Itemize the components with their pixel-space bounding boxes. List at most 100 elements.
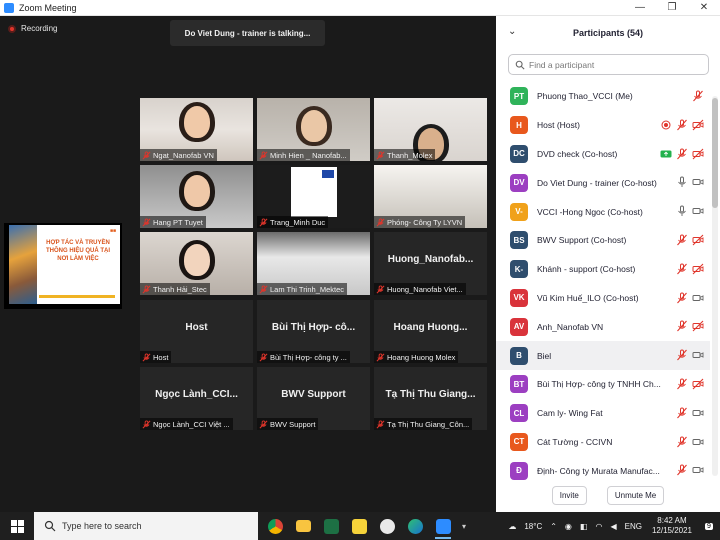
video-off-icon[interactable] [692,234,704,246]
mic-muted-icon[interactable] [676,349,688,361]
participants-header: ⌄ Participants (54) [496,16,720,50]
participant-list-scrollbar[interactable] [712,96,718,476]
invite-button[interactable]: Invite [551,485,587,505]
excel-app[interactable] [317,512,345,540]
participant-list-item[interactable]: BT Bùi Thị Hợp- công ty TNHH Ch... [496,370,710,399]
participant-video-tile[interactable]: Thanh_Molex [374,98,487,161]
video-on-icon[interactable] [692,349,704,361]
participant-video-tile[interactable]: Host Host [140,300,253,363]
participant-list-item[interactable]: DV Do Viet Dung - trainer (Co-host) [496,168,710,197]
chrome-app[interactable] [261,512,289,540]
notification-button[interactable]: 9 [698,522,720,530]
participant-video-tile[interactable]: Lam Thi Trinh_Mektec [257,232,370,295]
network-icon[interactable]: ◧ [576,522,592,531]
recording-label: Recording [21,24,58,33]
minimize-button[interactable]: — [624,0,656,16]
mic-muted-icon[interactable] [676,436,688,448]
participant-list-item[interactable]: DC DVD check (Co-host) [496,140,710,169]
language-indicator[interactable]: ENG [621,522,646,531]
weather-icon[interactable]: ☁ [504,522,520,531]
zoom-tray-icon[interactable]: ◉ [561,522,576,531]
close-button[interactable]: ✕ [688,0,720,16]
participant-video-tile[interactable]: Trang_Minh Duc [257,165,370,228]
participant-video-tile[interactable]: Minh Hien _ Nanofab... [257,98,370,161]
mic-muted-icon[interactable] [676,320,688,332]
mic-muted-icon[interactable] [676,292,688,304]
participant-video-tile[interactable]: Ngọc Lành_CCI... Ngọc Lành_CCI Việt ... [140,367,253,430]
file-explorer-app[interactable] [289,512,317,540]
tray-chevron-up-icon[interactable]: ⌃ [546,522,561,531]
participant-list-item[interactable]: H Host (Host) [496,111,710,140]
participant-list-item[interactable]: V- VCCI -Hong Ngoc (Co-host) [496,197,710,226]
volume-icon[interactable]: ◀ [606,522,620,531]
taskbar-apps: ▾ [261,512,471,540]
mic-muted-icon[interactable] [676,263,688,275]
wifi-icon[interactable]: ◠ [591,522,606,531]
participant-list-item[interactable]: PT Phuong Thao_VCCI (Me) [496,82,710,111]
share-icon[interactable] [660,148,672,160]
participant-name-text: Ngọc Lành_CCI Việt ... [153,419,230,429]
edge-app[interactable] [401,512,429,540]
sticky-notes-app[interactable] [345,512,373,540]
zoom-app[interactable] [429,512,457,540]
video-on-icon[interactable] [692,292,704,304]
participant-video-tile[interactable]: Hang PT Tuyet [140,165,253,228]
shared-slide: ■■ HỢP TÁC VÀ TRUYỀN THÔNG HIỆU QUẢ TẠI … [9,225,120,304]
participant-video-tile[interactable]: Ngat_Nanofab VN [140,98,253,161]
participant-name: Do Viet Dung - trainer (Co-host) [537,177,657,188]
mic-muted-icon[interactable] [676,148,688,160]
participant-video-tile[interactable]: Huong_Nanofab... Huong_Nanofab Viet... [374,232,487,295]
participant-list-item[interactable]: CL Cam ly- Wing Fat [496,399,710,428]
participant-video-tile[interactable]: Thanh Hải_Stec [140,232,253,295]
mic-on-icon[interactable] [676,176,688,188]
slide-logo: ■■ [109,228,116,234]
participant-list-item[interactable]: VK Vũ Kim Huế_ILO (Co-host) [496,284,710,313]
shared-screen-thumbnail[interactable]: ■■ HỢP TÁC VÀ TRUYỀN THÔNG HIỆU QUẢ TẠI … [4,223,122,309]
mic-muted-icon[interactable] [676,407,688,419]
participant-list-item[interactable]: BS BWV Support (Co-host) [496,226,710,255]
mic-muted-icon[interactable] [676,464,688,476]
chevron-down-icon[interactable]: ⌄ [508,26,516,37]
video-on-icon[interactable] [692,464,704,476]
participant-video-tile[interactable]: Bùi Thị Hợp- cô... Bùi Thị Hợp- công ty .… [257,300,370,363]
find-participant-input[interactable]: Find a participant [508,54,709,75]
messaging-app[interactable] [373,512,401,540]
participant-video-tile[interactable]: Tạ Thị Thu Giang... Tạ Thị Thu Giang_Côn.… [374,367,487,430]
record-icon[interactable] [660,119,672,131]
participant-video-tile[interactable]: Phóng- Công Ty LYVN [374,165,487,228]
participant-video-tile[interactable]: Hoang Huong... Hoang Huong Molex [374,300,487,363]
participant-list-item[interactable]: K- Khánh - support (Co-host) [496,255,710,284]
taskbar-overflow[interactable]: ▾ [457,512,471,540]
temperature[interactable]: 18°C [520,522,546,531]
video-on-icon[interactable] [692,205,704,217]
participant-list-item[interactable]: B Biel [496,341,710,370]
folder-icon [295,520,311,532]
video-off-icon[interactable] [692,378,704,390]
video-on-icon[interactable] [692,407,704,419]
video-off-icon[interactable] [692,119,704,131]
video-off-icon[interactable] [692,263,704,275]
notification-count: 9 [705,522,713,530]
video-on-icon[interactable] [692,436,704,448]
unmute-me-button[interactable]: Unmute Me [606,485,665,505]
mic-on-icon[interactable] [676,205,688,217]
taskbar-clock[interactable]: 8:42 AM 12/15/2021 [646,516,698,536]
scrollbar-thumb[interactable] [712,98,718,208]
video-off-icon[interactable] [692,148,704,160]
recording-indicator[interactable]: Recording [8,24,57,33]
video-off-icon[interactable] [692,320,704,332]
participants-panel: ⌄ Participants (54) Find a participant P… [496,16,720,512]
video-on-icon[interactable] [692,176,704,188]
participant-list-item[interactable]: CT Cát Tường - CCIVN [496,428,710,457]
mic-muted-icon[interactable] [676,119,688,131]
windows-start-button[interactable] [0,512,34,540]
participant-list-item[interactable]: AV Anh_Nanofab VN [496,312,710,341]
chat-icon [379,518,395,534]
mic-muted-icon[interactable] [692,90,704,102]
mic-muted-icon[interactable] [676,234,688,246]
taskbar-search-placeholder: Type here to search [62,521,142,531]
mic-muted-icon[interactable] [676,378,688,390]
participant-video-tile[interactable]: BWV Support BWV Support [257,367,370,430]
taskbar-search-box[interactable]: Type here to search [34,512,258,540]
restore-button[interactable]: ❐ [656,0,688,16]
